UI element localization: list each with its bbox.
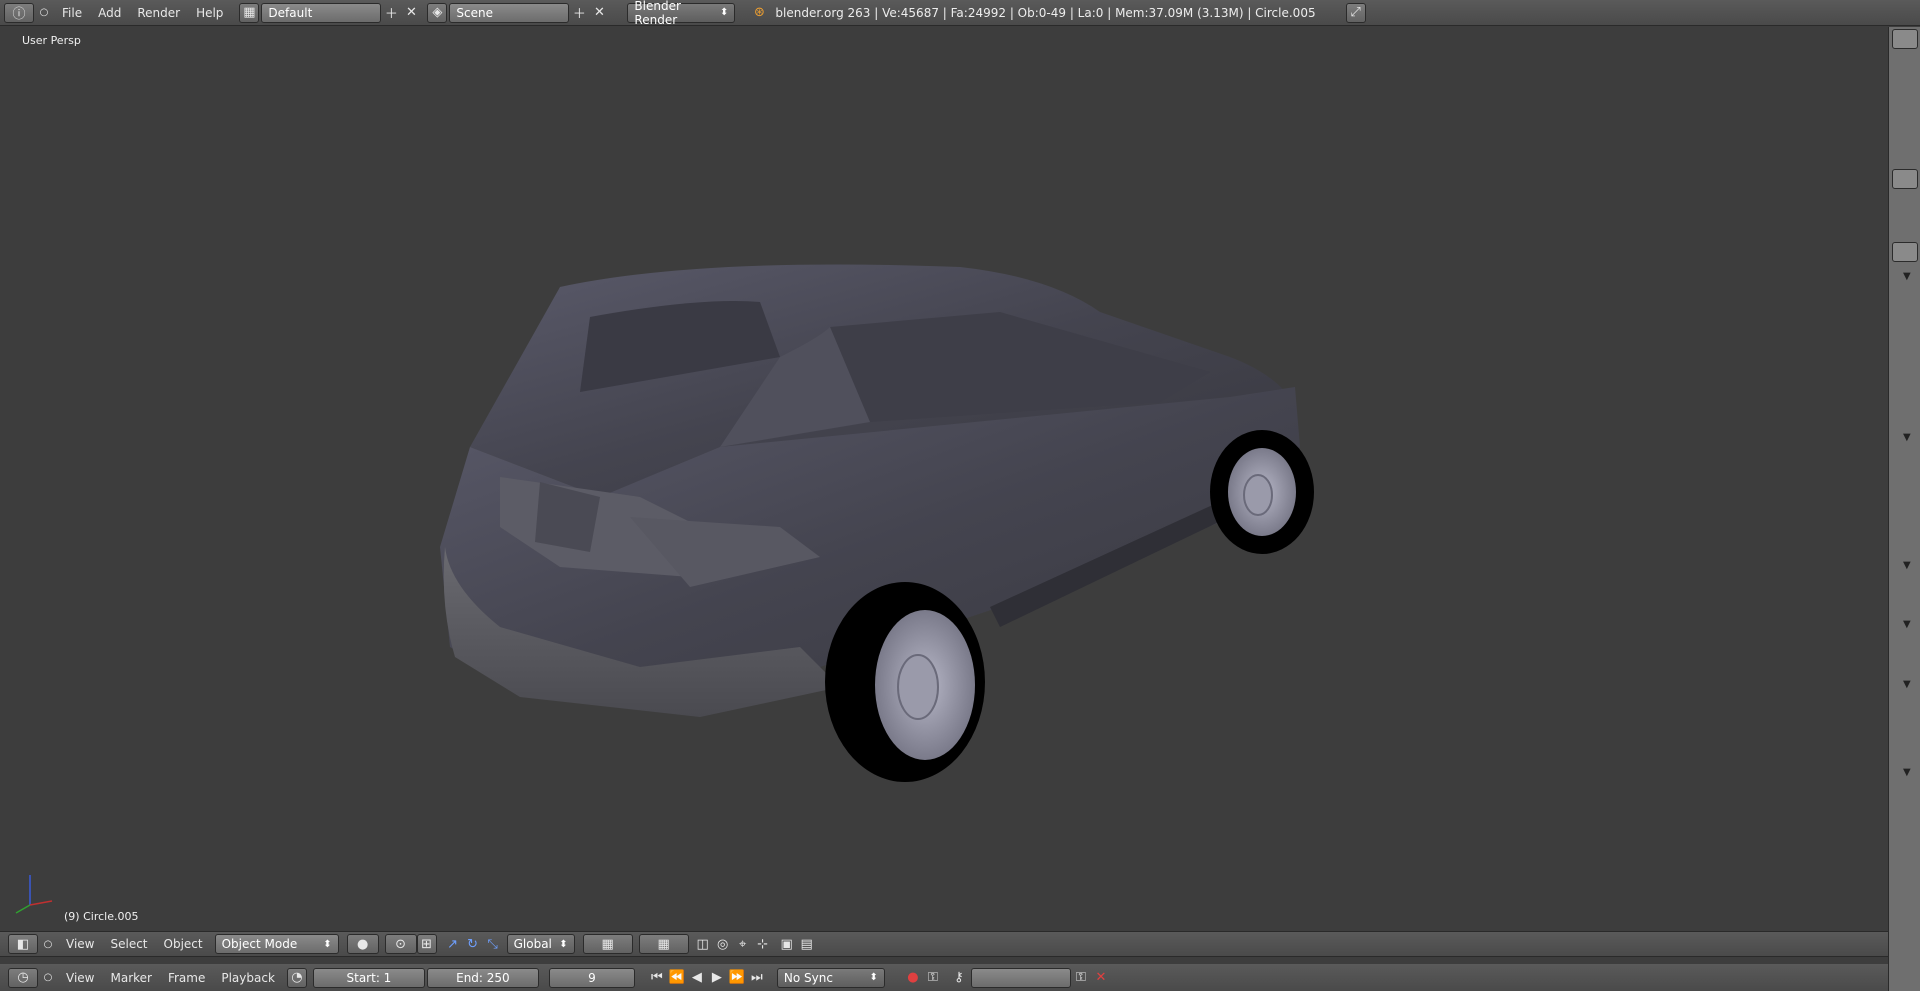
orientation-label: Global [513, 937, 552, 951]
menu-render[interactable]: Render [129, 6, 188, 20]
outliner-tab-icon[interactable] [1892, 29, 1918, 49]
lock-layer-icon[interactable]: ◫ [693, 934, 713, 954]
end-frame-field[interactable]: End: 250 [426, 967, 539, 988]
rotate-icon[interactable]: ↻ [463, 934, 483, 954]
scale-icon[interactable]: ⤡ [483, 934, 503, 954]
jump-end-icon[interactable]: ⏭ [747, 968, 767, 988]
snap-element-icon[interactable]: ⊹ [753, 934, 773, 954]
panel-collapse-icon[interactable]: ▼ [1903, 271, 1911, 282]
viewport-shading-icon[interactable]: ● [346, 934, 379, 954]
snap-icon[interactable]: ⌖ [733, 934, 753, 954]
menu-frame[interactable]: Frame [160, 971, 213, 985]
render-engine-label: Blender Render [634, 0, 681, 27]
info-header: ⓘ ○ File Add Render Help ▦ Default ＋ ✕ ◈… [0, 0, 1920, 27]
menu-file[interactable]: File [54, 6, 90, 20]
play-icon[interactable]: ▶ [707, 968, 727, 988]
panel-collapse-icon[interactable]: ▼ [1903, 679, 1911, 690]
layers-grid-icon[interactable]: ▦ [582, 934, 633, 954]
panel-collapse-icon[interactable]: ▼ [1903, 767, 1911, 778]
add-scene-icon[interactable]: ＋ [569, 3, 589, 23]
sync-mode-label: No Sync [783, 970, 833, 985]
chevron-updown-icon: ⬍ [720, 7, 729, 18]
panel-collapse-icon[interactable]: ▼ [1903, 432, 1911, 443]
active-object-label: (9) Circle.005 [64, 910, 139, 923]
add-layout-icon[interactable]: ＋ [381, 3, 401, 23]
render-engine-select[interactable]: Blender Render ⬍ [627, 0, 736, 27]
timeline-header: ◷ ○ View Marker Frame Playback ◔ Start: … [0, 964, 1888, 991]
menu-object[interactable]: Object [156, 937, 211, 951]
editor-type-info-icon[interactable]: ⓘ [4, 2, 34, 23]
collapse-menus-icon[interactable]: ○ [38, 934, 58, 954]
screen-layout-field[interactable]: Default [261, 2, 382, 23]
layers-grid-2-icon[interactable]: ▦ [638, 934, 689, 954]
axis-gizmo-icon [15, 875, 53, 914]
keying-icon[interactable]: ⚿ [923, 968, 943, 988]
record-icon[interactable]: ● [903, 968, 923, 988]
chevron-updown-icon: ⬍ [323, 938, 332, 950]
pivot-point-icon[interactable]: ⊙ [384, 934, 417, 954]
properties-panel[interactable]: ▼ ▼ ▼ ▼ ▼ ▼ [1888, 27, 1920, 991]
menu-select[interactable]: Select [102, 937, 155, 951]
mode-label: Object Mode [221, 937, 298, 951]
render-preview-icon[interactable]: ▣ [777, 934, 797, 954]
start-frame-field[interactable]: Start: 1 [312, 967, 425, 988]
blender-logo-icon: ⊛ [753, 5, 765, 20]
editor-type-3d-icon[interactable]: ◧ [8, 934, 38, 954]
panel-collapse-icon[interactable]: ▼ [1903, 619, 1911, 630]
chevron-updown-icon: ⬍ [559, 938, 568, 950]
menu-add[interactable]: Add [90, 6, 129, 20]
chevron-updown-icon: ⬍ [869, 972, 878, 983]
play-reverse-icon[interactable]: ◀ [687, 968, 707, 988]
fullscreen-icon[interactable]: ⤢ [1345, 2, 1366, 23]
scene-icon[interactable]: ◈ [427, 2, 448, 23]
3d-view-header: ◧ ○ View Select Object Object Mode ⬍ ● ⊙… [0, 931, 1888, 957]
mode-select[interactable]: Object Mode ⬍ [214, 934, 339, 954]
menu-view[interactable]: View [58, 971, 102, 985]
menu-help[interactable]: Help [188, 6, 231, 20]
current-frame-field[interactable]: 9 [548, 967, 635, 988]
proportional-edit-icon[interactable]: ◎ [713, 934, 733, 954]
panel-collapse-icon[interactable]: ▼ [1903, 560, 1911, 571]
sync-mode-select[interactable]: No Sync ⬍ [776, 967, 885, 988]
preview-range-icon[interactable]: ◔ [286, 967, 307, 988]
delete-keyframe-icon[interactable]: ✕ [1091, 968, 1111, 988]
3d-viewport[interactable]: User Persp (9) Circle.005 [0, 27, 1888, 931]
scene-field[interactable]: Scene [449, 2, 570, 23]
collapse-menus-icon[interactable]: ○ [38, 968, 58, 988]
keying-set-field[interactable] [970, 967, 1071, 988]
menu-view[interactable]: View [58, 937, 102, 951]
translate-icon[interactable]: ↗ [443, 934, 463, 954]
car-model [440, 264, 1314, 782]
manipulator-toggle-icon[interactable]: ⊞ [416, 934, 437, 954]
jump-start-icon[interactable]: ⏮ [647, 968, 667, 988]
collapse-menus-icon[interactable]: ○ [34, 3, 54, 23]
insert-keyframe-icon[interactable]: ⚿ [1071, 968, 1091, 988]
menu-playback[interactable]: Playback [213, 971, 283, 985]
properties-tab-icon[interactable] [1892, 169, 1918, 189]
render-animation-icon[interactable]: ▤ [797, 934, 817, 954]
screen-layout-icon[interactable]: ▦ [239, 2, 260, 23]
jump-keyframe-forward-icon[interactable]: ⏩ [727, 968, 747, 988]
keying-set-icon[interactable]: ⚷ [949, 968, 969, 988]
jump-keyframe-back-icon[interactable]: ⏪ [667, 968, 687, 988]
remove-layout-icon[interactable]: ✕ [401, 3, 421, 23]
remove-scene-icon[interactable]: ✕ [589, 3, 609, 23]
status-text: blender.org 263 | Ve:45687 | Fa:24992 | … [775, 5, 1316, 20]
world-tab-icon[interactable] [1892, 242, 1918, 262]
editor-type-timeline-icon[interactable]: ◷ [8, 967, 38, 988]
menu-marker[interactable]: Marker [102, 971, 159, 985]
orientation-select[interactable]: Global ⬍ [506, 934, 575, 954]
